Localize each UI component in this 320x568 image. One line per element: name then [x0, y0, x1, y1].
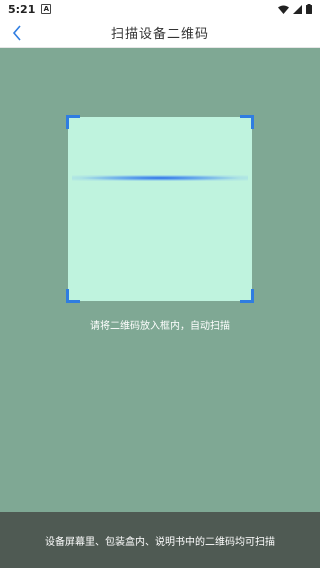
signal-icon [293, 4, 302, 14]
corner-top-left [66, 115, 80, 129]
back-button[interactable] [6, 22, 28, 44]
status-time: 5:21 [8, 2, 36, 16]
scan-frame [66, 115, 254, 303]
camera-preview: 请将二维码放入框内，自动扫描 [0, 48, 320, 512]
page-title: 扫描设备二维码 [110, 27, 209, 42]
corner-bottom-left [66, 289, 80, 303]
scan-line [72, 175, 248, 181]
corner-bottom-right [240, 289, 254, 303]
wifi-icon [278, 5, 289, 14]
notification-icon: A [41, 4, 52, 14]
bottom-info-text: 设备屏幕里、包装盒内、说明书中的二维码均可扫描 [45, 536, 275, 548]
chevron-left-icon [12, 25, 21, 41]
bottom-info-bar: 设备屏幕里、包装盒内、说明书中的二维码均可扫描 [0, 512, 320, 568]
status-icons [278, 4, 312, 14]
nav-bar: 扫描设备二维码 [0, 18, 320, 48]
corner-top-right [240, 115, 254, 129]
scan-hint: 请将二维码放入框内，自动扫描 [90, 321, 230, 332]
status-bar: 5:21 A [0, 0, 320, 18]
battery-icon [306, 4, 312, 14]
